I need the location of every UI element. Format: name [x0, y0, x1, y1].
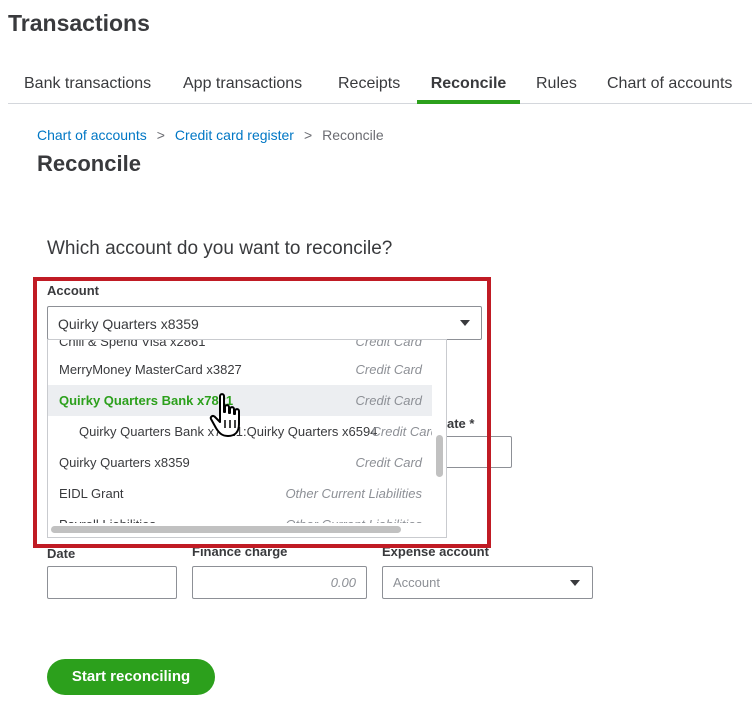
expense-account-select[interactable]: Account: [382, 566, 593, 599]
start-reconciling-button[interactable]: Start reconciling: [47, 659, 215, 695]
breadcrumb: Chart of accounts > Credit card register > R…: [37, 127, 384, 143]
expense-account-value: Account: [393, 575, 440, 590]
option-name: EIDL Grant: [59, 486, 124, 501]
section-title: Reconcile: [37, 151, 141, 176]
tab-rules[interactable]: Rules: [536, 75, 577, 104]
date-label: Date: [47, 546, 76, 561]
account-select[interactable]: Quirky Quarters x8359: [47, 306, 482, 340]
breadcrumb-current: Reconcile: [322, 127, 384, 143]
tab-reconcile[interactable]: Reconcile: [417, 75, 520, 104]
tab-bank-transactions[interactable]: Bank transactions: [24, 75, 151, 104]
reconcile-question: Which account do you want to reconcile?: [47, 238, 393, 259]
vertical-scrollbar-thumb[interactable]: [436, 435, 443, 477]
breadcrumb-separator: >: [156, 127, 165, 143]
dropdown-option[interactable]: MerryMoney MasterCard x3827 Credit Card: [48, 354, 432, 385]
tab-receipts[interactable]: Receipts: [338, 75, 400, 104]
date-input[interactable]: [47, 566, 177, 599]
chevron-down-icon[interactable]: [460, 320, 470, 326]
option-type: Credit Card: [355, 362, 422, 377]
account-label: Account: [47, 283, 99, 298]
option-name: Chill & Spend Visa x2861: [59, 339, 206, 349]
tab-chart-of-accounts[interactable]: Chart of accounts: [607, 75, 732, 104]
option-type: Other Current Liabilities: [285, 486, 422, 501]
vertical-scrollbar[interactable]: [432, 340, 446, 523]
option-name: Quirky Quarters x8359: [59, 455, 190, 470]
hand-pointer-icon: [209, 393, 240, 437]
option-type: Credit Card: [355, 455, 422, 470]
tab-app-transactions[interactable]: App transactions: [183, 75, 302, 104]
breadcrumb-credit-card-register[interactable]: Credit card register: [175, 127, 294, 143]
breadcrumb-chart-of-accounts[interactable]: Chart of accounts: [37, 127, 147, 143]
dropdown-option[interactable]: EIDL Grant Other Current Liabilities: [48, 478, 432, 509]
chevron-down-icon: [570, 580, 580, 586]
horizontal-scrollbar-thumb[interactable]: [51, 526, 401, 533]
account-select-value: Quirky Quarters x8359: [58, 316, 199, 332]
account-dropdown-list: Chill & Spend Visa x2861 Credit Card Mer…: [47, 339, 447, 538]
page-title: Transactions: [8, 10, 150, 36]
option-type: Credit Card: [355, 393, 422, 408]
horizontal-scrollbar[interactable]: [48, 523, 446, 537]
option-type: Credit Card: [371, 424, 438, 439]
finance-charge-placeholder: 0.00: [330, 575, 356, 590]
breadcrumb-separator: >: [303, 127, 313, 143]
option-name: MerryMoney MasterCard x3827: [59, 362, 242, 377]
option-type: Credit Card: [355, 339, 422, 349]
dropdown-option[interactable]: Quirky Quarters x8359 Credit Card: [48, 447, 432, 478]
finance-charge-input[interactable]: 0.00: [192, 566, 367, 599]
tab-bar: Bank transactions App transactions Recei…: [8, 70, 752, 104]
